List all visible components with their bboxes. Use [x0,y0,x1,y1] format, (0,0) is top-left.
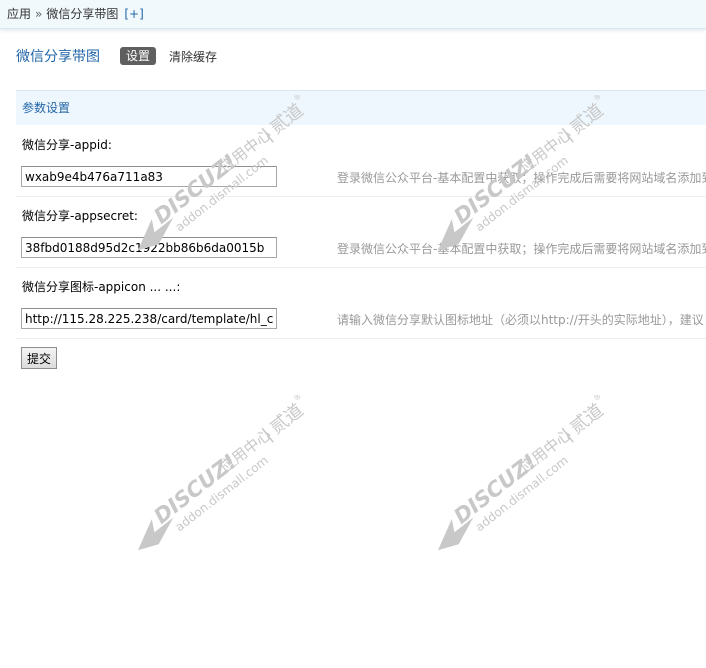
appid-hint: 登录微信公众平台-基本配置中获取；操作完成后需要将网站域名添加到 [337,171,706,185]
appicon-label: 微信分享图标-appicon ... ...: [22,280,181,294]
watermark-domain: addon.dismall.com [173,453,271,534]
submit-button[interactable]: 提交 [21,347,57,369]
row-divider [16,267,706,268]
watermark-logo: DISCUZ! 应用中心 | 贰道 ® addon.dismall.com [137,395,308,551]
breadcrumb-separator: » [35,7,43,21]
watermark-brand: DISCUZ! [149,149,241,228]
appid-label: 微信分享-appid: [22,138,112,152]
add-to-favorites-link[interactable]: [+] [124,7,143,21]
watermark-brand-cn: 应用中心 [516,425,574,476]
appsecret-label: 微信分享-appsecret: [22,209,138,223]
watermark-brand-cn: 应用中心 [216,425,274,476]
breadcrumb-root[interactable]: 应用 [7,7,31,21]
appicon-hint: 请输入微信分享默认图标地址（必须以http://开头的实际地址），建议 [337,313,704,327]
plugin-header: 微信分享带图 设置 清除缓存 [16,46,217,66]
watermark-domain: addon.dismall.com [473,153,571,234]
watermark-divider: | [558,424,576,444]
watermark-partner: 贰道 [566,400,607,439]
watermark-brand: DISCUZ! [449,449,541,528]
plugin-title: 微信分享带图 [16,49,100,65]
appsecret-input[interactable] [21,237,277,258]
tab-clear-cache[interactable]: 清除缓存 [169,48,217,65]
breadcrumb: 应用 » 微信分享带图 [+] [0,0,706,29]
appid-input[interactable] [21,166,277,187]
row-divider [16,338,706,339]
appsecret-hint: 登录微信公众平台-基本配置中获取；操作完成后需要将网站域名添加到 [337,242,706,256]
watermark-registered: ® [592,395,604,403]
tab-settings[interactable]: 设置 [120,47,157,65]
watermark-brand: DISCUZ! [449,149,541,228]
watermark-domain: addon.dismall.com [473,453,571,534]
watermark-arrow-icon [137,517,174,551]
plugin-settings-page: 应用» 微信分享带图 [+] 微信分享带图 设置 清除缓存 参数设置 微信分享-ap… [0,0,706,668]
appicon-input[interactable] [21,308,277,329]
section-title: 参数设置 [22,101,71,115]
watermark-arrow-icon [437,517,474,551]
watermark-divider: | [558,124,576,144]
watermark-logo: DISCUZ! 应用中心 | 贰道 ® addon.dismall.com [437,395,608,551]
watermark-registered: ® [292,395,304,403]
watermark-brand: DISCUZ! [149,449,241,528]
watermark-partner: 贰道 [266,400,307,439]
section-header: 参数设置 [16,90,706,125]
breadcrumb-current: 微信分享带图 [46,7,119,21]
watermark-divider: | [258,424,276,444]
watermark-divider: | [258,124,276,144]
row-divider [16,196,706,197]
